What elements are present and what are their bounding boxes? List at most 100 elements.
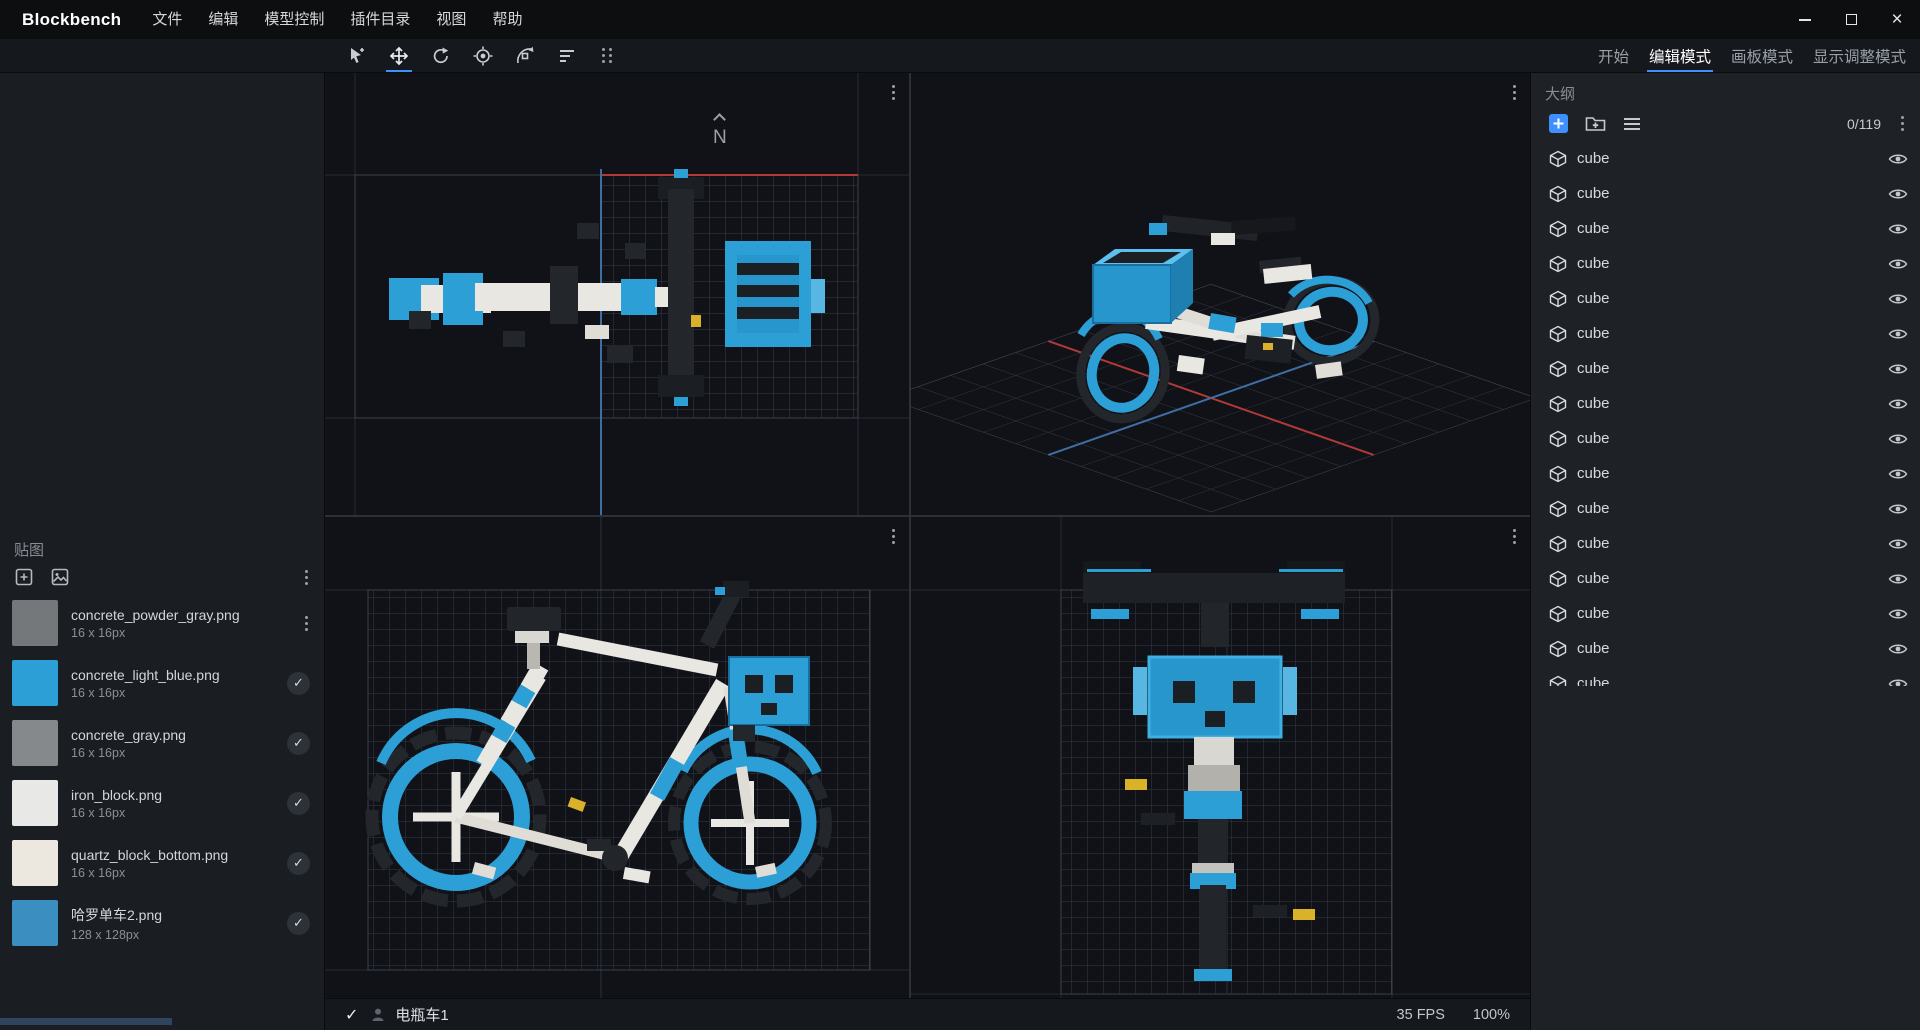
mode-tab[interactable]: 画板模式 <box>1721 39 1803 72</box>
import-texture-button[interactable] <box>50 567 70 587</box>
outliner-cube-row[interactable]: cube <box>1531 386 1920 421</box>
outliner-cube-row[interactable]: cube <box>1531 631 1920 666</box>
texture-thumbnail[interactable] <box>12 660 58 706</box>
list-view-button[interactable] <box>1621 113 1643 135</box>
texture-thumbnail[interactable] <box>12 900 58 946</box>
menu-item[interactable]: 插件目录 <box>337 0 423 39</box>
outliner-cube-row[interactable]: cube <box>1531 421 1920 456</box>
visibility-eye-icon[interactable] <box>1888 572 1908 586</box>
visibility-eye-icon[interactable] <box>1888 292 1908 306</box>
outliner-cube-row[interactable]: cube <box>1531 141 1920 176</box>
texture-enabled-check[interactable]: ✓ <box>287 672 310 695</box>
import-texture-icon <box>50 567 70 587</box>
add-cube-button[interactable] <box>1547 112 1570 135</box>
sort-tool-button[interactable] <box>548 39 586 72</box>
menu-item[interactable]: 视图 <box>423 0 479 39</box>
mode-tab[interactable]: 编辑模式 <box>1639 39 1721 72</box>
cube-icon <box>1549 465 1567 483</box>
visibility-eye-icon[interactable] <box>1888 327 1908 341</box>
visibility-eye-icon[interactable] <box>1888 362 1908 376</box>
texture-enabled-check[interactable]: ✓ <box>287 732 310 755</box>
visibility-eye-icon[interactable] <box>1888 257 1908 271</box>
cube-name: cube <box>1577 430 1610 447</box>
visibility-eye-icon[interactable] <box>1888 537 1908 551</box>
mode-tab[interactable]: 显示调整模式 <box>1803 39 1916 72</box>
visibility-eye-icon[interactable] <box>1888 222 1908 236</box>
add-texture-button[interactable] <box>14 567 34 587</box>
viewport-front-view[interactable] <box>911 517 1530 998</box>
add-cube-icon <box>1547 112 1570 135</box>
texture-thumbnail[interactable] <box>12 600 58 646</box>
texture-thumbnail[interactable] <box>12 840 58 886</box>
visibility-eye-icon[interactable] <box>1888 187 1908 201</box>
texture-item[interactable]: concrete_powder_gray.png 16 x 16px ✓ <box>0 593 324 653</box>
mode-tab[interactable]: 开始 <box>1588 39 1639 72</box>
cube-icon <box>1549 570 1567 588</box>
texture-enabled-check[interactable]: ✓ <box>287 912 310 935</box>
outliner-cube-row[interactable]: cube <box>1531 491 1920 526</box>
texture-item-menu-icon[interactable] <box>303 614 310 633</box>
texture-thumbnail[interactable] <box>12 780 58 826</box>
viewport-menu-icon[interactable] <box>1511 83 1518 102</box>
outliner-cube-row[interactable]: cube <box>1531 666 1920 686</box>
front-view-canvas <box>911 517 1530 998</box>
maximize-button[interactable] <box>1828 0 1874 39</box>
outliner-menu-icon[interactable] <box>1899 114 1906 133</box>
menu-item[interactable]: 编辑 <box>195 0 251 39</box>
viewport-menu-icon[interactable] <box>890 527 897 546</box>
visibility-eye-icon[interactable] <box>1888 677 1908 687</box>
visibility-eye-icon[interactable] <box>1888 642 1908 656</box>
menu-item[interactable]: 帮助 <box>479 0 535 39</box>
viewport-top-view[interactable]: N <box>325 73 909 515</box>
move-tool-button[interactable] <box>380 39 418 72</box>
texture-enabled-check[interactable]: ✓ <box>287 852 310 875</box>
cube-name: cube <box>1577 675 1610 686</box>
viewport-menu-icon[interactable] <box>1511 527 1518 546</box>
outliner-cube-row[interactable]: cube <box>1531 456 1920 491</box>
viewport-perspective[interactable] <box>911 73 1530 515</box>
outliner-cube-row[interactable]: cube <box>1531 246 1920 281</box>
texture-item[interactable]: concrete_gray.png 16 x 16px ✓ <box>0 713 324 773</box>
outliner-cube-row[interactable]: cube <box>1531 281 1920 316</box>
texture-item[interactable]: quartz_block_bottom.png 16 x 16px ✓ <box>0 833 324 893</box>
visibility-eye-icon[interactable] <box>1888 502 1908 516</box>
outliner-cube-row[interactable]: cube <box>1531 596 1920 631</box>
vertex-snap-tool-button[interactable] <box>338 39 376 72</box>
outliner-cube-row[interactable]: cube <box>1531 316 1920 351</box>
viewport-side-view[interactable] <box>325 517 909 998</box>
texture-item[interactable]: 哈罗单车2.png 128 x 128px ✓ <box>0 893 324 953</box>
cube-icon <box>1549 150 1567 168</box>
visibility-eye-icon[interactable] <box>1888 397 1908 411</box>
add-group-button[interactable] <box>1584 112 1607 135</box>
texture-enabled-check[interactable]: ✓ <box>287 792 310 815</box>
rotate-tool-button[interactable] <box>422 39 460 72</box>
texture-item[interactable]: iron_block.png 16 x 16px ✓ <box>0 773 324 833</box>
horizontal-scrollbar[interactable] <box>0 1018 172 1025</box>
texture-thumbnail[interactable] <box>12 720 58 766</box>
outliner-cube-row[interactable]: cube <box>1531 526 1920 561</box>
menu-item[interactable]: 模型控制 <box>251 0 337 39</box>
project-tab[interactable]: 电瓶车1 <box>370 1004 448 1025</box>
viewport-compass[interactable]: N <box>713 115 727 149</box>
outliner-cube-row[interactable]: cube <box>1531 211 1920 246</box>
minimize-button[interactable] <box>1782 0 1828 39</box>
visibility-eye-icon[interactable] <box>1888 467 1908 481</box>
close-button[interactable]: × <box>1874 0 1920 39</box>
visibility-eye-icon[interactable] <box>1888 432 1908 446</box>
visibility-eye-icon[interactable] <box>1888 607 1908 621</box>
outliner-cube-row[interactable]: cube <box>1531 176 1920 211</box>
transform-pivot-tool-button[interactable] <box>506 39 544 72</box>
pivot-tool-button[interactable] <box>464 39 502 72</box>
outliner-cube-row[interactable]: cube <box>1531 561 1920 596</box>
cube-icon <box>1549 325 1567 343</box>
cube-icon <box>1549 500 1567 518</box>
viewport-menu-icon[interactable] <box>890 83 897 102</box>
textures-panel-menu-icon[interactable] <box>303 568 310 587</box>
menu-item[interactable]: 文件 <box>139 0 195 39</box>
outliner-cube-row[interactable]: cube <box>1531 351 1920 386</box>
model-icon <box>370 1007 386 1023</box>
texture-name: iron_block.png <box>71 787 162 803</box>
visibility-eye-icon[interactable] <box>1888 152 1908 166</box>
panel-drag-handle[interactable] <box>602 48 612 63</box>
texture-item[interactable]: concrete_light_blue.png 16 x 16px ✓ <box>0 653 324 713</box>
